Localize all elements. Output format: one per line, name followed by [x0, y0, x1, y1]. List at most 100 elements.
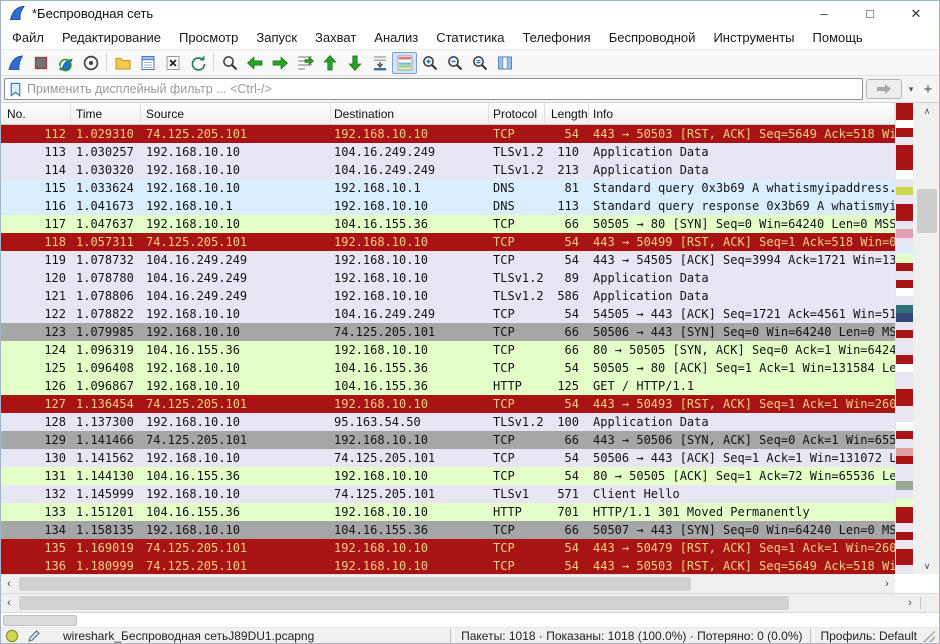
- menu-item-статистика[interactable]: Статистика: [427, 28, 513, 47]
- zoom-out-icon[interactable]: [442, 52, 467, 74]
- menu-item-просмотр[interactable]: Просмотр: [170, 28, 247, 47]
- minimap-stripe: [896, 153, 913, 161]
- filter-bookmark-icon[interactable]: [9, 82, 22, 97]
- packet-row-120[interactable]: 1201.078780104.16.249.249192.168.10.10TL…: [1, 269, 895, 287]
- vertical-scroll-track[interactable]: [913, 119, 940, 558]
- minimap-stripe: [896, 120, 913, 128]
- progress-strip: [1, 613, 939, 628]
- scroll-up-arrow[interactable]: ∧: [913, 103, 940, 119]
- vertical-scrollbar[interactable]: ∧ ∨: [913, 103, 940, 574]
- open-file-icon[interactable]: [110, 52, 135, 74]
- packet-row-134[interactable]: 1341.158135192.168.10.10104.16.155.36TCP…: [1, 521, 895, 539]
- pane-splitter-grip[interactable]: [920, 597, 939, 609]
- scroll-right-arrow[interactable]: ›: [879, 578, 895, 590]
- profile-label[interactable]: Профиль: Default: [821, 629, 918, 643]
- close-button[interactable]: ✕: [893, 1, 939, 26]
- zoom-in-icon[interactable]: [417, 52, 442, 74]
- menu-item-файл[interactable]: Файл: [3, 28, 53, 47]
- menu-bar: ФайлРедактированиеПросмотрЗапускЗахватАн…: [1, 26, 939, 50]
- expert-info-icon[interactable]: [5, 629, 19, 643]
- cell-source: 192.168.10.10: [141, 179, 331, 197]
- packet-row-136[interactable]: 1361.18099974.125.205.101192.168.10.10TC…: [1, 557, 895, 574]
- capture-comment-icon[interactable]: [27, 629, 41, 643]
- save-file-icon[interactable]: [135, 52, 160, 74]
- apply-filter-button[interactable]: [866, 79, 902, 99]
- column-header-info[interactable]: Info: [589, 103, 895, 124]
- scroll-down-arrow[interactable]: ∨: [913, 558, 940, 574]
- auto-scroll-icon[interactable]: [367, 52, 392, 74]
- menu-item-помощь[interactable]: Помощь: [804, 28, 872, 47]
- packet-row-125[interactable]: 1251.096408192.168.10.10104.16.155.36TCP…: [1, 359, 895, 377]
- packet-row-130[interactable]: 1301.141562192.168.10.1074.125.205.101TC…: [1, 449, 895, 467]
- display-filter-input[interactable]: Применить дисплейный фильтр ... <Ctrl-/>: [4, 78, 863, 100]
- packet-row-119[interactable]: 1191.078732104.16.249.249192.168.10.10TC…: [1, 251, 895, 269]
- hscroll-thumb[interactable]: [19, 577, 691, 591]
- scroll-left-arrow[interactable]: ‹: [1, 597, 17, 609]
- packet-row-126[interactable]: 1261.096867192.168.10.10104.16.155.36HTT…: [1, 377, 895, 395]
- packet-row-124[interactable]: 1241.096319104.16.155.36192.168.10.10TCP…: [1, 341, 895, 359]
- packet-row-117[interactable]: 1171.047637192.168.10.10104.16.155.36TCP…: [1, 215, 895, 233]
- first-packet-icon[interactable]: [317, 52, 342, 74]
- zoom-normal-icon[interactable]: [467, 52, 492, 74]
- menu-item-беспроводной[interactable]: Беспроводной: [600, 28, 705, 47]
- minimap-stripe: [896, 490, 913, 498]
- cell-source: 74.125.205.101: [141, 431, 331, 449]
- resize-columns-icon[interactable]: [492, 52, 517, 74]
- stop-capture-icon[interactable]: [28, 52, 53, 74]
- scroll-left-arrow[interactable]: ‹: [1, 578, 17, 590]
- packet-row-135[interactable]: 1351.16901974.125.205.101192.168.10.10TC…: [1, 539, 895, 557]
- packet-row-112[interactable]: 1121.02931074.125.205.101192.168.10.10TC…: [1, 125, 895, 143]
- packet-row-122[interactable]: 1221.078822192.168.10.10104.16.249.249TC…: [1, 305, 895, 323]
- cell-destination: 95.163.54.50: [331, 413, 489, 431]
- next-packet-icon[interactable]: [267, 52, 292, 74]
- pane-hscrollbar[interactable]: ‹ ›: [1, 593, 939, 613]
- column-header-time[interactable]: Time: [71, 103, 141, 124]
- packet-row-118[interactable]: 1181.05731174.125.205.101192.168.10.10TC…: [1, 233, 895, 251]
- packet-row-133[interactable]: 1331.151201104.16.155.36192.168.10.10HTT…: [1, 503, 895, 521]
- menu-item-запуск[interactable]: Запуск: [247, 28, 306, 47]
- close-file-icon[interactable]: [160, 52, 185, 74]
- menu-item-захват[interactable]: Захват: [306, 28, 365, 47]
- column-header-destination[interactable]: Destination: [331, 103, 489, 124]
- packet-row-131[interactable]: 1311.144130104.16.155.36192.168.10.10TCP…: [1, 467, 895, 485]
- colorize-packets-icon[interactable]: [392, 52, 417, 74]
- column-header-no[interactable]: No.: [1, 103, 71, 124]
- packet-row-114[interactable]: 1141.030320192.168.10.10104.16.249.249TL…: [1, 161, 895, 179]
- scroll-right-arrow[interactable]: ›: [902, 597, 918, 609]
- go-to-packet-icon[interactable]: [292, 52, 317, 74]
- packet-row-121[interactable]: 1211.078806104.16.249.249192.168.10.10TL…: [1, 287, 895, 305]
- maximize-button[interactable]: □: [847, 1, 893, 26]
- packet-list-hscrollbar[interactable]: ‹ ›: [1, 574, 895, 593]
- packet-row-128[interactable]: 1281.137300192.168.10.1095.163.54.50TLSv…: [1, 413, 895, 431]
- column-header-length[interactable]: Length: [545, 103, 589, 124]
- restart-capture-icon[interactable]: [53, 52, 78, 74]
- menu-item-анализ[interactable]: Анализ: [365, 28, 427, 47]
- cell-time: 1.030320: [71, 161, 141, 179]
- hscroll-thumb[interactable]: [19, 596, 789, 610]
- capture-options-icon[interactable]: [78, 52, 103, 74]
- intelligent-scrollbar-minimap[interactable]: [895, 103, 913, 574]
- packet-row-115[interactable]: 1151.033624192.168.10.10192.168.10.1DNS8…: [1, 179, 895, 197]
- packet-row-132[interactable]: 1321.145999192.168.10.1074.125.205.101TL…: [1, 485, 895, 503]
- packet-row-113[interactable]: 1131.030257192.168.10.10104.16.249.249TL…: [1, 143, 895, 161]
- cell-destination: 192.168.10.1: [331, 179, 489, 197]
- packet-row-123[interactable]: 1231.079985192.168.10.1074.125.205.101TC…: [1, 323, 895, 341]
- minimize-button[interactable]: –: [801, 1, 847, 26]
- previous-packet-icon[interactable]: [242, 52, 267, 74]
- column-header-protocol[interactable]: Protocol: [489, 103, 545, 124]
- last-packet-icon[interactable]: [342, 52, 367, 74]
- packet-row-127[interactable]: 1271.13645474.125.205.101192.168.10.10TC…: [1, 395, 895, 413]
- menu-item-редактирование[interactable]: Редактирование: [53, 28, 170, 47]
- packet-row-116[interactable]: 1161.041673192.168.10.1192.168.10.10DNS1…: [1, 197, 895, 215]
- start-capture-icon[interactable]: [3, 52, 28, 74]
- reload-file-icon[interactable]: [185, 52, 210, 74]
- vertical-scroll-thumb[interactable]: [917, 189, 937, 233]
- packet-row-129[interactable]: 1291.14146674.125.205.101192.168.10.10TC…: [1, 431, 895, 449]
- filter-dropdown-caret[interactable]: ▾: [905, 84, 917, 95]
- resize-grip[interactable]: [923, 630, 935, 642]
- find-packet-icon[interactable]: [217, 52, 242, 74]
- menu-item-телефония[interactable]: Телефония: [513, 28, 599, 47]
- add-filter-button[interactable]: +: [920, 80, 936, 98]
- menu-item-инструменты[interactable]: Инструменты: [704, 28, 803, 47]
- column-header-source[interactable]: Source: [141, 103, 331, 124]
